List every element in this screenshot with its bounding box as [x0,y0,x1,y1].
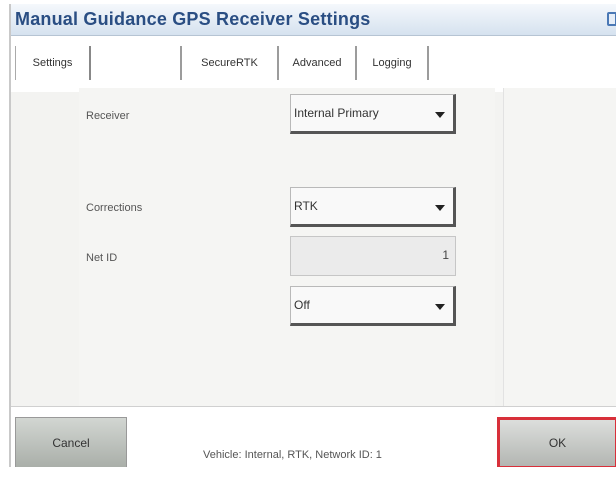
window-menu-icon[interactable] [607,12,616,26]
chevron-down-icon [435,205,445,211]
tab-logging[interactable]: Logging [357,46,429,80]
off-value: Off [294,298,310,312]
bottom-bar: Cancel Vehicle: Internal, RTK, Network I… [11,406,616,467]
window-title: Manual Guidance GPS Receiver Settings [15,9,371,29]
tab-advanced[interactable]: Advanced [279,46,357,80]
tab-blank[interactable] [91,46,182,80]
corrections-dropdown[interactable]: RTK [290,187,456,227]
tab-settings[interactable]: Settings [15,46,91,80]
receiver-value: Internal Primary [294,106,379,120]
tab-securertk[interactable]: SecureRTK [182,46,279,80]
net-id-value: 1 [442,248,449,262]
tab-bar: Settings SecureRTK Advanced Logging [11,36,616,92]
settings-window: Manual Guidance GPS Receiver Settings Se… [9,4,616,467]
chevron-down-icon [435,112,445,118]
ok-button[interactable]: OK [497,417,616,467]
title-bar: Manual Guidance GPS Receiver Settings [11,4,616,36]
chevron-down-icon [435,304,445,310]
side-panel [503,88,616,406]
net-id-label: Net ID [86,252,118,264]
status-text: Vehicle: Internal, RTK, Network ID: 1 [203,449,382,461]
off-dropdown[interactable]: Off [290,286,456,326]
net-id-field: 1 [290,236,456,276]
receiver-dropdown[interactable]: Internal Primary [290,94,456,134]
corrections-label: Corrections [86,202,143,214]
receiver-label: Receiver [86,110,130,122]
cancel-button[interactable]: Cancel [15,417,127,467]
corrections-value: RTK [294,199,318,213]
